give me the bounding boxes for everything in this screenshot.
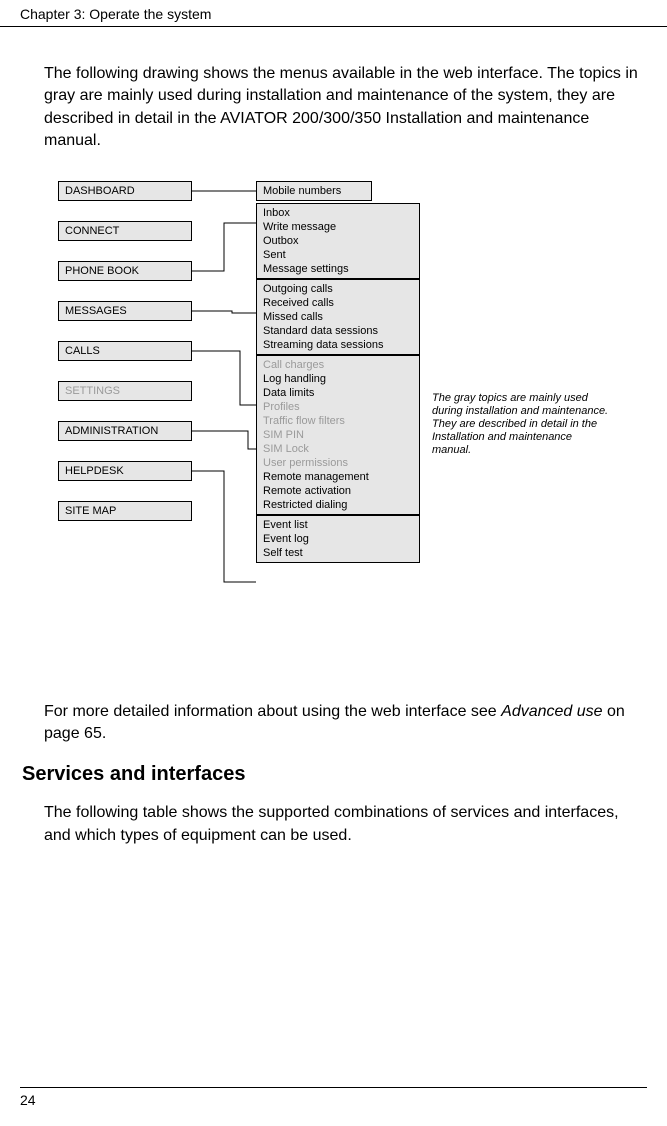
sub-profiles: Profiles: [263, 400, 413, 414]
sub-phonebook: Mobile numbers: [256, 181, 372, 201]
sub-sent: Sent: [263, 248, 413, 262]
sub-calls: Outgoing calls Received calls Missed cal…: [256, 279, 420, 355]
sub-inbox: Inbox: [263, 206, 413, 220]
sub-missed-calls: Missed calls: [263, 310, 413, 324]
sub-administration: Call charges Log handling Data limits Pr…: [256, 355, 420, 515]
sub-mobile-numbers: Mobile numbers: [263, 184, 365, 198]
menu-administration: ADMINISTRATION: [58, 421, 192, 441]
page-number: 24: [20, 1092, 36, 1108]
sub-helpdesk: Event list Event log Self test: [256, 515, 420, 563]
sub-event-list: Event list: [263, 518, 413, 532]
intro-paragraph: The following drawing shows the menus av…: [44, 63, 645, 153]
menu-calls: CALLS: [58, 341, 192, 361]
sub-message-settings: Message settings: [263, 262, 413, 276]
sub-remote-management: Remote management: [263, 470, 413, 484]
sub-remote-activation: Remote activation: [263, 484, 413, 498]
sub-sim-lock: SIM Lock: [263, 442, 413, 456]
sub-event-log: Event log: [263, 532, 413, 546]
services-paragraph: The following table shows the supported …: [44, 802, 645, 847]
sub-outbox: Outbox: [263, 234, 413, 248]
sub-write-message: Write message: [263, 220, 413, 234]
page-footer: 24: [20, 1087, 647, 1108]
sub-traffic-flow: Traffic flow filters: [263, 414, 413, 428]
sub-sim-pin: SIM PIN: [263, 428, 413, 442]
sub-received-calls: Received calls: [263, 296, 413, 310]
sub-log-handling: Log handling: [263, 372, 413, 386]
menu-phonebook: PHONE BOOK: [58, 261, 192, 281]
gray-topics-note: The gray topics are mainly used during i…: [432, 392, 612, 457]
menu-settings: SETTINGS: [58, 381, 192, 401]
outro-link: Advanced use: [501, 703, 602, 720]
sub-restricted-dialing: Restricted dialing: [263, 498, 413, 512]
sub-call-charges: Call charges: [263, 358, 413, 372]
menu-messages: MESSAGES: [58, 301, 192, 321]
section-heading: Services and interfaces: [22, 763, 645, 786]
menu-connect: CONNECT: [58, 221, 192, 241]
sub-self-test: Self test: [263, 546, 413, 560]
sub-messages: Inbox Write message Outbox Sent Message …: [256, 203, 420, 279]
sub-outgoing-calls: Outgoing calls: [263, 282, 413, 296]
outro-paragraph: For more detailed information about usin…: [44, 701, 645, 746]
menu-sitemap: SITE MAP: [58, 501, 192, 521]
sub-streaming-data: Streaming data sessions: [263, 338, 413, 352]
sub-user-permissions: User permissions: [263, 456, 413, 470]
menu-helpdesk: HELPDESK: [58, 461, 192, 481]
menu-diagram: DASHBOARD CONNECT PHONE BOOK MESSAGES CA…: [58, 181, 645, 701]
chapter-header: Chapter 3: Operate the system: [0, 0, 667, 27]
sub-standard-data: Standard data sessions: [263, 324, 413, 338]
sub-data-limits: Data limits: [263, 386, 413, 400]
menu-dashboard: DASHBOARD: [58, 181, 192, 201]
outro-lead: For more detailed information about usin…: [44, 703, 501, 720]
